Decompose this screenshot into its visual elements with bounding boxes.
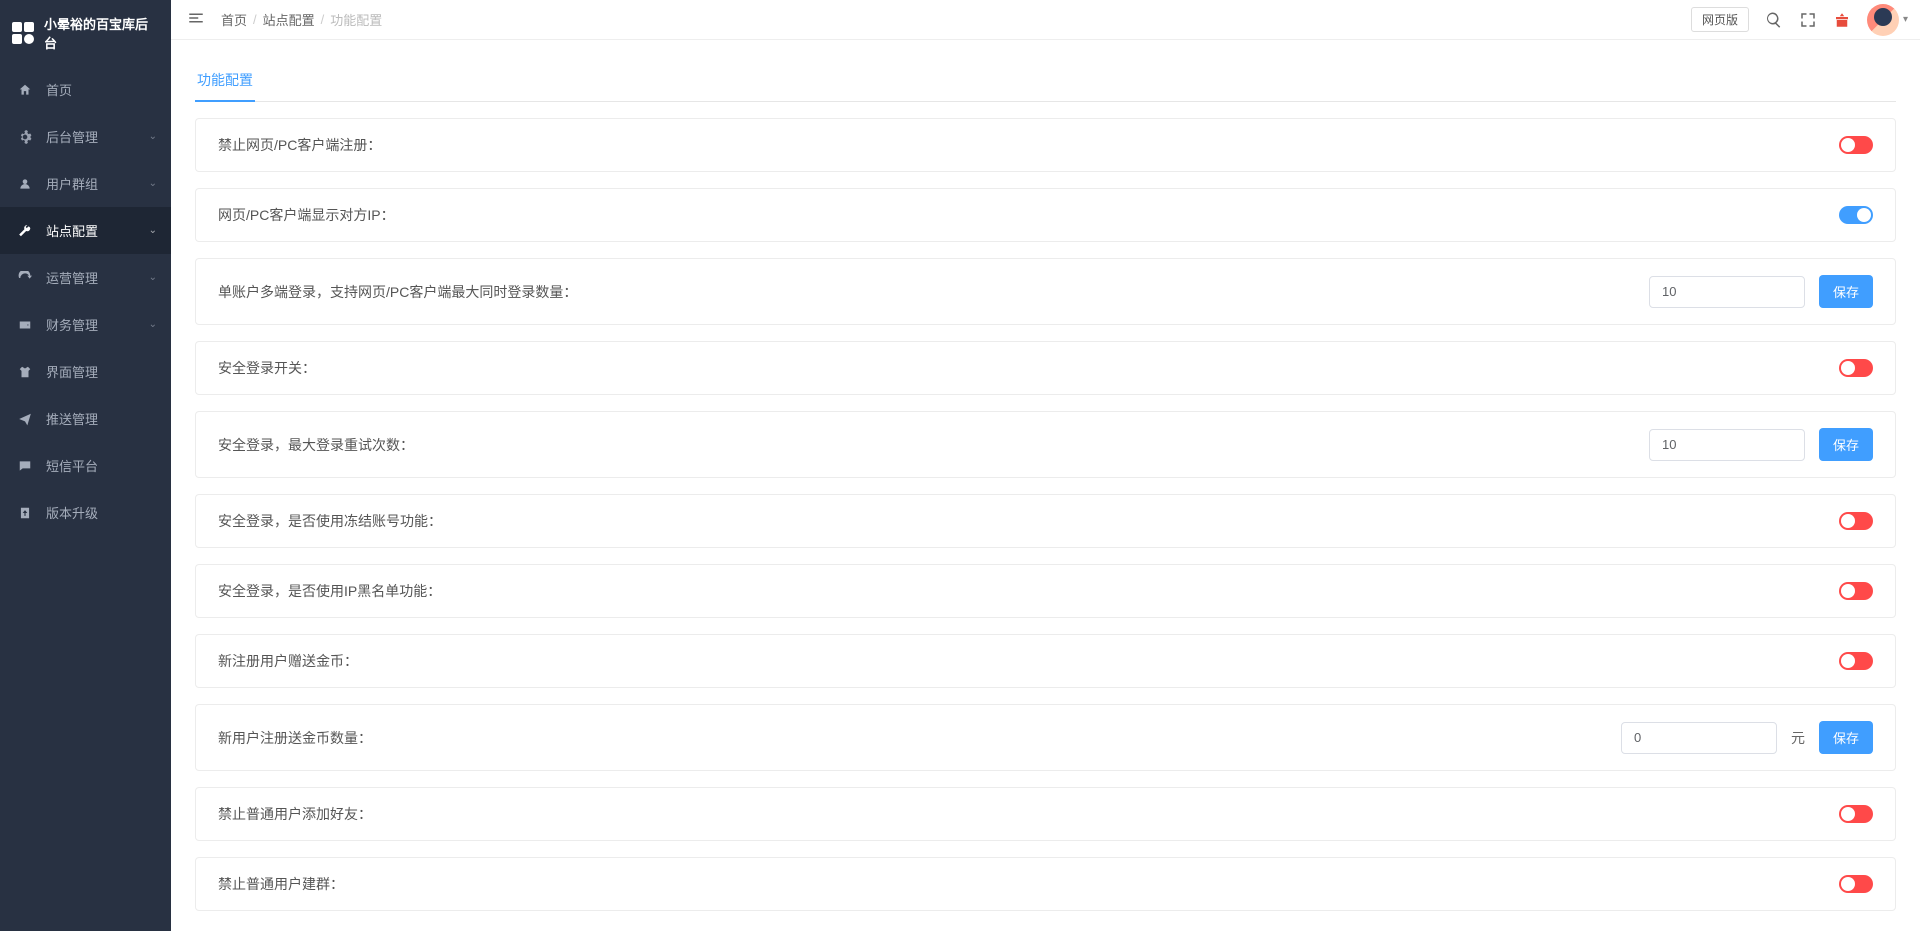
sidebar-item-7[interactable]: 推送管理 (0, 395, 171, 442)
chevron-down-icon: ▾ (1903, 14, 1908, 25)
setting-label: 新用户注册送金币数量： (218, 728, 372, 748)
sidebar-item-label: 首页 (46, 80, 72, 99)
avatar (1867, 4, 1899, 36)
sidebar-item-label: 短信平台 (46, 456, 98, 475)
sidebar-item-label: 界面管理 (46, 362, 98, 381)
user-icon (18, 177, 32, 191)
sidebar-menu: 首页后台管理 ⌄ 用户群组 ⌄ 站点配置 ⌄ 运营管理 ⌄ 财务管理 ⌄ 界面管理推送管理短信平台版… (0, 66, 171, 536)
wrench-icon (18, 224, 32, 238)
setting-row-2: 单账户多端登录，支持网页/PC客户端最大同时登录数量： 保存 (195, 258, 1896, 325)
refresh-icon (18, 271, 32, 285)
sidebar-item-0[interactable]: 首页 (0, 66, 171, 113)
chevron-down-icon: ⌄ (149, 225, 157, 236)
sidebar-item-6[interactable]: 界面管理 (0, 348, 171, 395)
chevron-down-icon: ⌄ (149, 131, 157, 142)
setting-label: 安全登录开关： (218, 358, 316, 378)
content: 功能配置 禁止网页/PC客户端注册： 网页/PC客户端显示对方IP： 单账户多端登录… (171, 40, 1920, 931)
value-input[interactable] (1621, 722, 1777, 754)
setting-row-10: 禁止普通用户建群： (195, 857, 1896, 911)
gear-icon (18, 130, 32, 144)
sidebar-item-label: 财务管理 (46, 315, 98, 334)
save-button[interactable]: 保存 (1819, 721, 1873, 754)
setting-label: 禁止普通用户添加好友： (218, 804, 372, 824)
sidebar-item-label: 运营管理 (46, 268, 98, 287)
breadcrumb-current: 功能配置 (330, 10, 382, 29)
setting-label: 新注册用户赠送金币： (218, 651, 358, 671)
sidebar: 小晕裕的百宝库后台 首页后台管理 ⌄ 用户群组 ⌄ 站点配置 ⌄ 运营管理 ⌄ 财务管理 ⌄ 界面管… (0, 0, 171, 931)
sidebar-item-label: 用户群组 (46, 174, 98, 193)
up-icon (18, 506, 32, 520)
sidebar-item-label: 站点配置 (46, 221, 98, 240)
setting-label: 安全登录，是否使用IP黑名单功能： (218, 581, 441, 601)
setting-row-3: 安全登录开关： (195, 341, 1896, 395)
suffix-yuan: 元 (1791, 728, 1805, 748)
toggle-switch[interactable] (1839, 582, 1873, 600)
fullscreen-icon[interactable] (1799, 11, 1817, 29)
home-icon (18, 83, 32, 97)
setting-label: 网页/PC客户端显示对方IP： (218, 205, 395, 225)
breadcrumb: 首页 / 站点配置 / 功能配置 (221, 10, 1675, 29)
value-input[interactable] (1649, 276, 1805, 308)
setting-row-6: 安全登录，是否使用IP黑名单功能： (195, 564, 1896, 618)
save-button[interactable]: 保存 (1819, 275, 1873, 308)
setting-label: 禁止网页/PC客户端注册： (218, 135, 381, 155)
chevron-down-icon: ⌄ (149, 319, 157, 330)
chat-icon (18, 459, 32, 473)
chevron-down-icon: ⌄ (149, 272, 157, 283)
sidebar-item-label: 推送管理 (46, 409, 98, 428)
brand-logo-icon (12, 22, 34, 44)
topbar: 首页 / 站点配置 / 功能配置 网页版 ▾ (171, 0, 1920, 40)
save-button[interactable]: 保存 (1819, 428, 1873, 461)
toggle-switch[interactable] (1839, 805, 1873, 823)
setting-label: 安全登录，最大登录重试次数： (218, 435, 414, 455)
tab-feature-config[interactable]: 功能配置 (195, 60, 255, 102)
sidebar-item-5[interactable]: 财务管理 ⌄ (0, 301, 171, 348)
wallet-icon (18, 318, 32, 332)
collapse-menu-icon[interactable] (187, 9, 205, 30)
chevron-down-icon: ⌄ (149, 178, 157, 189)
brand-title: 小晕裕的百宝库后台 (44, 14, 159, 52)
toggle-switch[interactable] (1839, 206, 1873, 224)
breadcrumb-home[interactable]: 首页 (221, 10, 247, 29)
sidebar-item-label: 版本升级 (46, 503, 98, 522)
search-icon[interactable] (1765, 11, 1783, 29)
breadcrumb-l1[interactable]: 站点配置 (263, 10, 315, 29)
sidebar-item-3[interactable]: 站点配置 ⌄ (0, 207, 171, 254)
sidebar-item-4[interactable]: 运营管理 ⌄ (0, 254, 171, 301)
gift-icon[interactable] (1833, 11, 1851, 29)
user-menu[interactable]: ▾ (1867, 4, 1908, 36)
toggle-switch[interactable] (1839, 875, 1873, 893)
tab-header: 功能配置 (195, 60, 1896, 102)
sidebar-item-2[interactable]: 用户群组 ⌄ (0, 160, 171, 207)
sidebar-item-9[interactable]: 版本升级 (0, 489, 171, 536)
shirt-icon (18, 365, 32, 379)
setting-label: 禁止普通用户建群： (218, 874, 344, 894)
setting-row-0: 禁止网页/PC客户端注册： (195, 118, 1896, 172)
toggle-switch[interactable] (1839, 359, 1873, 377)
setting-row-8: 新用户注册送金币数量： 元保存 (195, 704, 1896, 771)
toggle-switch[interactable] (1839, 136, 1873, 154)
sidebar-item-1[interactable]: 后台管理 ⌄ (0, 113, 171, 160)
setting-label: 安全登录，是否使用冻结账号功能： (218, 511, 442, 531)
brand: 小晕裕的百宝库后台 (0, 0, 171, 66)
send-icon (18, 412, 32, 426)
setting-row-1: 网页/PC客户端显示对方IP： (195, 188, 1896, 242)
setting-row-7: 新注册用户赠送金币： (195, 634, 1896, 688)
value-input[interactable] (1649, 429, 1805, 461)
sidebar-item-8[interactable]: 短信平台 (0, 442, 171, 489)
setting-row-4: 安全登录，最大登录重试次数： 保存 (195, 411, 1896, 478)
toggle-switch[interactable] (1839, 652, 1873, 670)
sidebar-item-label: 后台管理 (46, 127, 98, 146)
setting-row-5: 安全登录，是否使用冻结账号功能： (195, 494, 1896, 548)
toggle-switch[interactable] (1839, 512, 1873, 530)
setting-row-9: 禁止普通用户添加好友： (195, 787, 1896, 841)
web-version-button[interactable]: 网页版 (1691, 7, 1749, 32)
setting-label: 单账户多端登录，支持网页/PC客户端最大同时登录数量： (218, 282, 577, 302)
